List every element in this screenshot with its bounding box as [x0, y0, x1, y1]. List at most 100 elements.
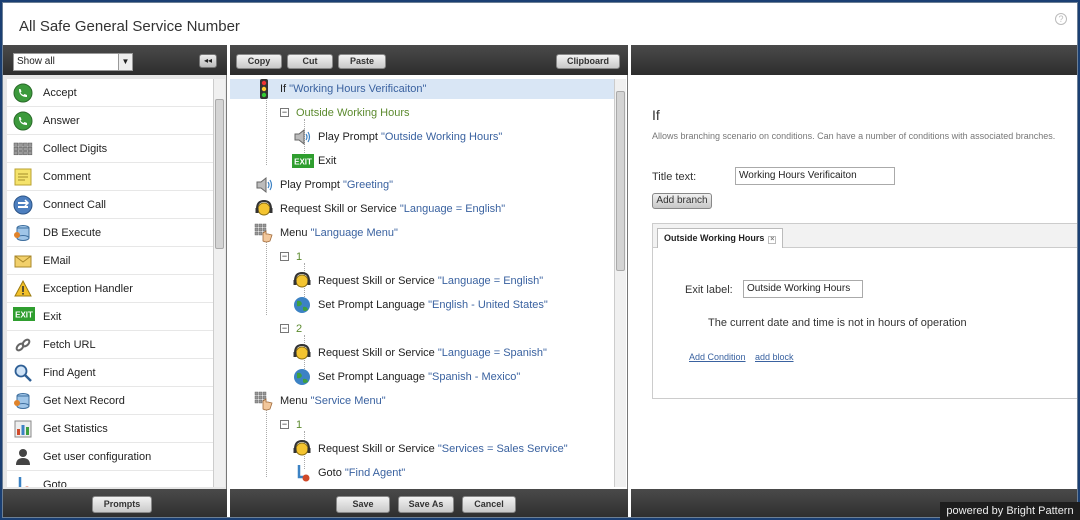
tree-node[interactable]: Set Prompt Language "Spanish - Mexico" — [294, 367, 614, 387]
palette-item-label: Get Next Record — [43, 395, 125, 407]
tree-node[interactable]: Request Skill or Service "Language = Spa… — [293, 343, 614, 363]
save-as-button[interactable]: Save As — [398, 496, 454, 513]
globe-icon — [292, 367, 312, 390]
palette-item[interactable]: Goto — [7, 471, 213, 487]
cancel-button[interactable]: Cancel — [462, 496, 516, 513]
exit-label-input[interactable]: Outside Working Hours — [743, 280, 863, 298]
tree-branch[interactable]: −2 — [280, 319, 614, 339]
collapse-icon[interactable]: − — [280, 420, 289, 429]
node-title: "English - United States" — [428, 299, 548, 311]
window-title: All Safe General Service Number — [19, 18, 240, 35]
tree-connector — [266, 95, 267, 165]
palette-item[interactable]: Get Statistics — [7, 415, 213, 443]
traffic-light-icon — [254, 79, 274, 102]
svg-text:EXIT: EXIT — [15, 311, 33, 320]
save-button[interactable]: Save — [336, 496, 390, 513]
palette-item[interactable]: Get Next Record — [7, 387, 213, 415]
tree-node[interactable]: Request Skill or Service "Language = Eng… — [293, 271, 614, 291]
paste-button[interactable]: Paste — [338, 54, 386, 69]
tree-node[interactable]: Goto "Find Agent" — [296, 463, 614, 483]
scenario-tree-panel: Copy Cut Paste Clipboard If "Working Hou… — [230, 45, 628, 517]
palette-item[interactable]: Exception Handler — [7, 275, 213, 303]
palette-item[interactable]: Answer — [7, 107, 213, 135]
node-text: Play Prompt "Outside Working Hours" — [318, 131, 502, 143]
node-title: "Spanish - Mexico" — [428, 371, 521, 383]
palette-item-label: Get Statistics — [43, 423, 108, 435]
palette-item[interactable]: Get user configuration — [7, 443, 213, 471]
app-window: All Safe General Service Number ? Show a… — [2, 2, 1078, 518]
palette-item[interactable]: DB Execute — [7, 219, 213, 247]
tree-node[interactable]: If "Working Hours Verificaiton" — [230, 79, 614, 99]
palette-scrollbar[interactable] — [213, 79, 225, 487]
collapse-icon[interactable]: − — [280, 324, 289, 333]
tree-node[interactable]: Set Prompt Language "English - United St… — [294, 295, 614, 315]
tree-connector — [266, 407, 267, 477]
tab-outside-working-hours[interactable]: Outside Working Hours × — [657, 228, 784, 248]
envelope-icon — [13, 251, 33, 271]
tree-node[interactable]: Request Skill or Service "Language = Eng… — [255, 199, 614, 219]
palette-filter-select[interactable]: Show all ▼ — [13, 53, 133, 71]
prompts-button[interactable]: Prompts — [92, 496, 152, 513]
palette-item[interactable]: Find Agent — [7, 359, 213, 387]
tree-branch[interactable]: −1 — [280, 415, 614, 435]
tree-scroll-thumb[interactable] — [616, 91, 625, 271]
title-text-label: Title text: — [652, 171, 697, 183]
node-text: Request Skill or Service "Language = Spa… — [318, 347, 547, 359]
condition-text: The current date and time is not in hour… — [708, 317, 967, 329]
node-text: Menu "Service Menu" — [280, 395, 386, 407]
palette-item[interactable]: Comment — [7, 163, 213, 191]
tree-node[interactable]: Menu "Language Menu" — [254, 223, 614, 243]
headset-icon — [254, 199, 274, 222]
palette-item[interactable]: Connect Call — [7, 191, 213, 219]
palette-item[interactable]: EXIT Exit — [7, 303, 213, 331]
title-text-input[interactable]: Working Hours Verificaiton — [735, 167, 895, 185]
tree-branch[interactable]: −1 — [280, 247, 614, 267]
palette-item-label: Answer — [43, 115, 80, 127]
close-icon[interactable]: × — [768, 236, 777, 244]
tree-node[interactable]: Request Skill or Service "Services = Sal… — [293, 439, 614, 459]
chevron-down-icon[interactable]: ▼ — [118, 54, 132, 70]
palette-panel: Show all ▼ ◂◂ Accept Answer Collect Digits… — [3, 45, 227, 517]
palette-item[interactable]: EMail — [7, 247, 213, 275]
statistics-icon — [13, 419, 33, 439]
palette-item-label: Exception Handler — [43, 283, 133, 295]
collapse-panel-button[interactable]: ◂◂ — [199, 54, 217, 68]
tree-node[interactable]: Play Prompt "Greeting" — [256, 175, 614, 195]
tab-label: Outside Working Hours — [664, 233, 765, 243]
database-icon — [13, 223, 33, 243]
tree-node[interactable]: Play Prompt "Outside Working Hours" — [294, 127, 614, 147]
palette-item[interactable]: Fetch URL — [7, 331, 213, 359]
collapse-icon[interactable]: − — [280, 252, 289, 261]
properties-panel: If Allows branching scenario on conditio… — [631, 45, 1077, 517]
add-block-link[interactable]: add block — [755, 352, 794, 362]
menu-hand-icon — [254, 391, 274, 414]
copy-button[interactable]: Copy — [236, 54, 282, 69]
block-heading: If — [652, 107, 660, 123]
node-text: Play Prompt "Greeting" — [280, 179, 393, 191]
add-condition-link[interactable]: Add Condition — [689, 352, 746, 362]
powered-by-badge: powered by Bright Pattern — [940, 502, 1080, 520]
tree-scrollbar[interactable] — [614, 79, 626, 487]
node-text: Set Prompt Language "English - United St… — [318, 299, 548, 311]
tree-node[interactable]: EXIT Exit — [292, 151, 614, 171]
headset-icon — [292, 343, 312, 366]
branch-label: 1 — [296, 251, 303, 263]
help-icon[interactable]: ? — [1055, 13, 1067, 25]
clipboard-button[interactable]: Clipboard — [556, 54, 620, 69]
collapse-icon[interactable]: − — [280, 108, 289, 117]
title-bar: All Safe General Service Number ? — [3, 3, 1077, 45]
palette-scroll-thumb[interactable] — [215, 99, 224, 249]
node-type: Goto — [318, 467, 345, 479]
palette-item[interactable]: Accept — [7, 79, 213, 107]
palette-item[interactable]: Collect Digits — [7, 135, 213, 163]
link-icon — [13, 335, 33, 355]
cut-button[interactable]: Cut — [287, 54, 333, 69]
add-branch-button[interactable]: Add branch — [652, 193, 712, 209]
palette-item-label: DB Execute — [43, 227, 102, 239]
svg-text:EXIT: EXIT — [294, 158, 312, 167]
tree-node[interactable]: Menu "Service Menu" — [254, 391, 614, 411]
node-type: Set Prompt Language — [318, 299, 429, 311]
tree-branch[interactable]: − Outside Working Hours — [280, 103, 614, 123]
phone-green-icon — [13, 111, 33, 131]
exit-icon: EXIT — [292, 154, 314, 171]
